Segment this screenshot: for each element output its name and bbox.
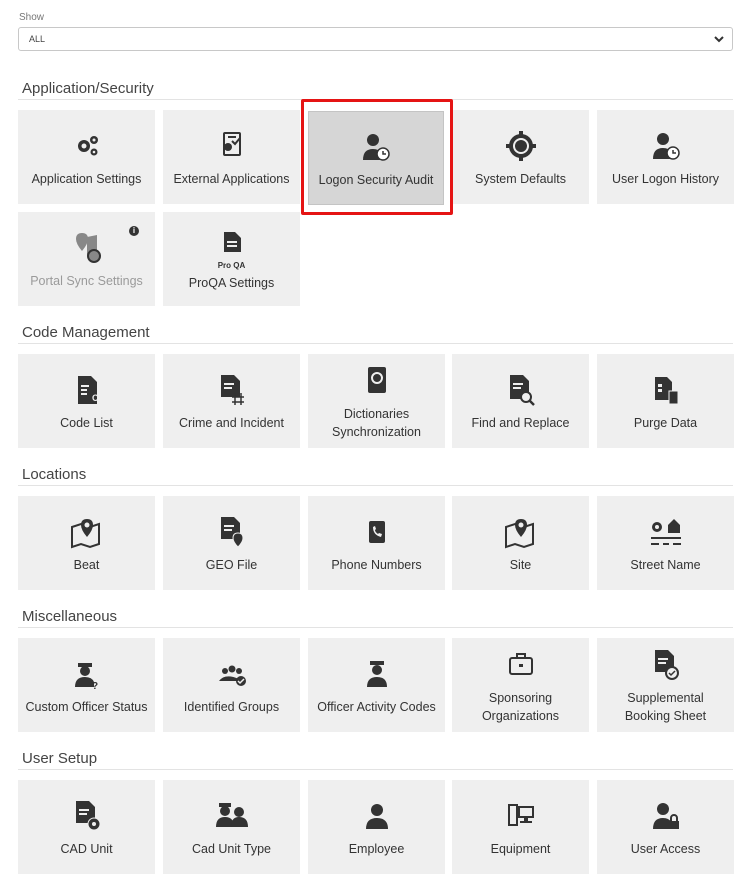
sync-book-icon bbox=[357, 361, 397, 401]
section-title: User Setup bbox=[22, 750, 98, 767]
tile-phone-numbers[interactable]: Phone Numbers bbox=[308, 496, 445, 590]
external-app-icon bbox=[212, 126, 252, 166]
show-select-value: ALL bbox=[29, 34, 46, 44]
tile-label: Equipment bbox=[490, 842, 551, 856]
tile-label: Application Settings bbox=[31, 172, 142, 186]
tile-label: Employee bbox=[348, 842, 405, 856]
purge-icon bbox=[646, 370, 686, 410]
tile-geo-file[interactable]: GEO File bbox=[163, 496, 300, 590]
tile-supplemental-booking-sheet[interactable]: Supplemental Booking Sheet bbox=[597, 638, 734, 732]
tile-identified-groups[interactable]: Identified Groups bbox=[163, 638, 300, 732]
map-pin-icon bbox=[67, 512, 107, 552]
officers-icon bbox=[212, 796, 252, 836]
tile-label: User Access bbox=[630, 842, 701, 856]
tile-label: Portal Sync Settings bbox=[30, 274, 143, 288]
tile-label: Identified Groups bbox=[183, 700, 280, 714]
street-icon bbox=[646, 512, 686, 552]
tile-label: Crime and Incident bbox=[179, 416, 284, 430]
gear-icon bbox=[501, 126, 541, 166]
officer-question-icon: ? bbox=[67, 654, 107, 694]
tile-label: Beat bbox=[73, 558, 100, 572]
tile-sponsoring-organizations[interactable]: Sponsoring Organizations bbox=[452, 638, 589, 732]
tile-equipment[interactable]: Equipment bbox=[452, 780, 589, 874]
tile-label: Custom Officer Status bbox=[25, 700, 148, 714]
tile-label: Officer Activity Codes bbox=[317, 700, 436, 714]
user-icon bbox=[357, 796, 397, 836]
tile-street-name[interactable]: Street Name bbox=[597, 496, 734, 590]
section-title: Miscellaneous bbox=[22, 608, 118, 625]
doc-gear-icon bbox=[67, 796, 107, 836]
tile-officer-activity-codes[interactable]: Officer Activity Codes bbox=[308, 638, 445, 732]
user-clock-icon bbox=[646, 126, 686, 166]
tile-logon-security-audit[interactable]: Logon Security Audit bbox=[308, 111, 444, 205]
tile-crime-and-incident[interactable]: Crime and Incident bbox=[163, 354, 300, 448]
tile-label: Supplemental Booking Sheet bbox=[624, 691, 707, 723]
tile-user-access[interactable]: User Access bbox=[597, 780, 734, 874]
map-pin-icon bbox=[501, 512, 541, 552]
section-title: Locations bbox=[22, 466, 87, 483]
tile-system-defaults[interactable]: System Defaults bbox=[452, 110, 589, 204]
show-label: Show bbox=[19, 12, 45, 23]
group-check-icon bbox=[212, 654, 252, 694]
info-icon[interactable]: i bbox=[129, 226, 139, 236]
doc-pin-icon bbox=[212, 512, 252, 552]
tile-label: CAD Unit bbox=[60, 842, 113, 856]
tile-label: Purge Data bbox=[633, 416, 698, 430]
section-divider bbox=[18, 99, 733, 100]
section-title: Application/Security bbox=[22, 80, 154, 97]
equipment-icon bbox=[501, 796, 541, 836]
tile-label: ProQA Settings bbox=[188, 275, 275, 290]
svg-text:C: C bbox=[92, 393, 99, 403]
tile-proqa-settings[interactable]: Pro QA ProQA Settings bbox=[163, 212, 300, 306]
tile-application-settings[interactable]: Application Settings bbox=[18, 110, 155, 204]
tile-employee[interactable]: Employee bbox=[308, 780, 445, 874]
tile-label: Logon Security Audit bbox=[318, 173, 434, 187]
tile-label: Cad Unit Type bbox=[192, 842, 271, 856]
tile-cad-unit-type[interactable]: Cad Unit Type bbox=[163, 780, 300, 874]
tile-purge-data[interactable]: Purge Data bbox=[597, 354, 734, 448]
code-list-icon: C bbox=[67, 370, 107, 410]
tile-dictionaries-synchronization[interactable]: Dictionaries Synchronization bbox=[308, 354, 445, 448]
chevron-down-icon bbox=[714, 36, 724, 43]
doc-check-icon bbox=[646, 645, 686, 685]
tile-label: Street Name bbox=[630, 558, 701, 572]
tile-label: User Logon History bbox=[612, 172, 719, 186]
phone-book-icon bbox=[357, 512, 397, 552]
tile-label: Find and Replace bbox=[471, 416, 570, 430]
tile-user-logon-history[interactable]: User Logon History bbox=[597, 110, 734, 204]
tile-label: External Applications bbox=[173, 172, 290, 186]
section-divider bbox=[18, 769, 733, 770]
section-divider bbox=[18, 627, 733, 628]
tile-portal-sync-settings[interactable]: Portal Sync Settings i bbox=[18, 212, 155, 306]
tile-custom-officer-status[interactable]: ? Custom Officer Status bbox=[18, 638, 155, 732]
tile-find-and-replace[interactable]: Find and Replace bbox=[452, 354, 589, 448]
tile-site[interactable]: Site bbox=[452, 496, 589, 590]
tile-label: Site bbox=[509, 558, 532, 572]
tile-label: GEO File bbox=[205, 558, 258, 572]
user-clock-icon bbox=[356, 127, 396, 167]
tile-label: Dictionaries Synchronization bbox=[332, 407, 421, 439]
section-divider bbox=[18, 343, 733, 344]
gears-icon bbox=[67, 126, 107, 166]
svg-text:?: ? bbox=[92, 681, 98, 691]
tile-external-applications[interactable]: External Applications bbox=[163, 110, 300, 204]
proqa-icon-text: Pro QA bbox=[217, 260, 246, 270]
show-select[interactable]: ALL bbox=[18, 27, 733, 51]
section-divider bbox=[18, 485, 733, 486]
tile-label: Phone Numbers bbox=[331, 558, 422, 572]
map-sync-icon bbox=[67, 228, 107, 268]
tile-code-list[interactable]: C Code List bbox=[18, 354, 155, 448]
tile-label: Sponsoring Organizations bbox=[481, 691, 560, 723]
officer-icon bbox=[357, 654, 397, 694]
crime-doc-icon bbox=[212, 370, 252, 410]
tile-beat[interactable]: Beat bbox=[18, 496, 155, 590]
briefcase-icon bbox=[501, 645, 541, 685]
tile-cad-unit[interactable]: CAD Unit bbox=[18, 780, 155, 874]
user-lock-icon bbox=[646, 796, 686, 836]
section-title: Code Management bbox=[22, 324, 150, 341]
tile-label: Code List bbox=[60, 416, 113, 430]
tile-label: System Defaults bbox=[474, 172, 566, 186]
doc-search-icon bbox=[501, 370, 541, 410]
